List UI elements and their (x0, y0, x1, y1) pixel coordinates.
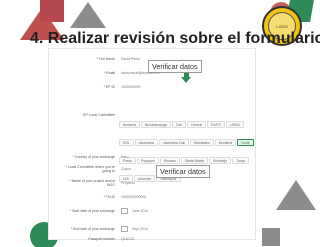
form-row-start-date: * Start date of your exchange June 2014 (49, 205, 255, 217)
field-label: EP Local Committee (83, 112, 115, 117)
field-label: * Email (103, 70, 115, 75)
decorative-triangle-gray (70, 2, 106, 28)
committee-option[interactable]: Norte (237, 139, 254, 146)
calendar-icon (121, 208, 128, 214)
decorative-triangle-gray-right (276, 180, 316, 210)
full-name-field[interactable]: David Perez (121, 57, 140, 61)
form-row-country: * Country of your exchange Peru (49, 151, 255, 163)
form-row-destination-committee: * Local Committee where you're going to … (49, 163, 255, 175)
country-field[interactable]: Peru (121, 155, 128, 159)
committee-option[interactable]: Manizales (190, 139, 214, 146)
verify-data-callout-1: Verificar datos (148, 60, 202, 73)
slide-title: 4. Realizar revisión sobre el formulario (30, 30, 320, 47)
field-label: * Local Committee where you're going to (65, 164, 116, 173)
field-label: * EP ID (103, 84, 115, 89)
form-row-project: * Name of your project and/or NGO Proyec… (49, 177, 255, 189)
form-row-tn-id: * TN ID 1000000000000 (49, 191, 255, 203)
committee-option[interactable]: Bucaramanga (141, 121, 171, 128)
form-row-ep-id: * EP ID 1000000000 (49, 81, 255, 93)
committee-option[interactable]: EAFIT (207, 121, 226, 128)
passport-field[interactable]: Q1A123 (121, 237, 134, 241)
committee-option[interactable]: Monteria (214, 139, 237, 146)
committee-option[interactable]: Javeriana (134, 139, 158, 146)
decorative-square-gray (262, 228, 280, 246)
field-label: * End date of your exchange (70, 226, 115, 231)
field-label: * Name of your project and/or NGO (69, 178, 115, 187)
tn-id-field[interactable]: 1000000000000 (121, 195, 146, 199)
field-label: * Start date of your exchange (69, 208, 115, 213)
committee-option[interactable]: UDEA (226, 121, 244, 128)
committee-option[interactable]: Armenia (119, 121, 141, 128)
verify-data-callout-2: Verificar datos (156, 165, 210, 178)
decorative-square-red (40, 0, 64, 22)
committee-option[interactable]: Javeriana Cali (158, 139, 189, 146)
form-panel: * Full Name David Perez * Email david.em… (48, 48, 256, 241)
end-date-field[interactable]: Sept 2014 (121, 226, 148, 232)
field-label: Passport number (88, 236, 115, 241)
project-field[interactable]: Proyecto (121, 181, 135, 185)
calendar-icon (121, 226, 128, 232)
field-label: * Country of your exchange (72, 154, 115, 159)
field-label: * TN ID (103, 194, 115, 199)
committee-option[interactable]: ESL (119, 139, 134, 146)
committee-option[interactable]: Cali (171, 121, 186, 128)
destination-committee-field[interactable]: Cusco (121, 167, 131, 171)
ep-id-field[interactable]: 1000000000 (121, 85, 140, 89)
field-label: * Full Name (96, 56, 115, 61)
start-date-value: June 2014 (131, 208, 149, 213)
committee-option[interactable]: Central (186, 121, 207, 128)
form-row-passport: Passport number Q1A123 (49, 233, 255, 245)
end-date-value: Sept 2014 (131, 226, 148, 231)
start-date-field[interactable]: June 2014 (121, 208, 148, 214)
